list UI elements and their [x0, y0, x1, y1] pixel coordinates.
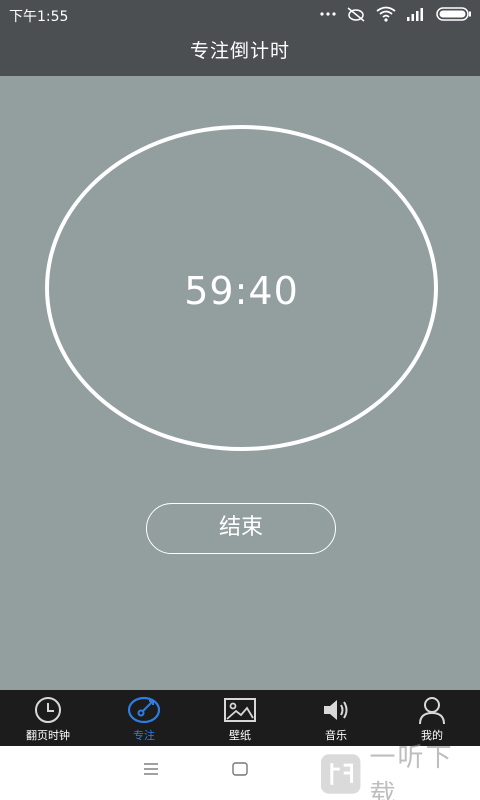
- tab-focus[interactable]: 专注: [96, 690, 192, 746]
- tab-label: 翻页时钟: [26, 729, 70, 742]
- wifi-icon: [376, 6, 396, 22]
- user-icon: [419, 697, 445, 724]
- tab-flip-clock[interactable]: 翻页时钟: [0, 690, 96, 746]
- status-icons: [320, 6, 472, 22]
- tab-label: 壁纸: [229, 729, 251, 742]
- speaker-icon: [324, 700, 348, 720]
- alarm-off-icon: [347, 7, 365, 22]
- signal-icon: [407, 8, 423, 21]
- end-button[interactable]: 结束: [146, 503, 336, 554]
- page-title: 专注倒计时: [189, 40, 290, 62]
- status-time: 下午1:55: [9, 9, 69, 25]
- image-icon: [224, 698, 256, 722]
- tab-label: 专注: [133, 729, 155, 742]
- more-dots-icon: [320, 12, 336, 16]
- battery-icon: [436, 7, 471, 21]
- focus-target-icon: [127, 696, 161, 724]
- title-bar: 专注倒计时: [0, 28, 480, 76]
- download-site-logo-icon: [320, 754, 361, 794]
- countdown-display: 59:40: [184, 269, 299, 313]
- home-icon[interactable]: [232, 762, 248, 776]
- watermark-text: 一听下载: [369, 743, 454, 800]
- tab-wallpaper[interactable]: 壁纸: [192, 690, 288, 746]
- menu-icon[interactable]: [143, 762, 159, 776]
- status-bar: 下午1:55: [0, 0, 480, 28]
- system-nav-bar: 一听下载: [0, 743, 480, 800]
- countdown-ring: 59:40: [45, 125, 438, 451]
- clock-icon: [35, 697, 61, 723]
- watermark-logo: 一听下载: [320, 743, 480, 800]
